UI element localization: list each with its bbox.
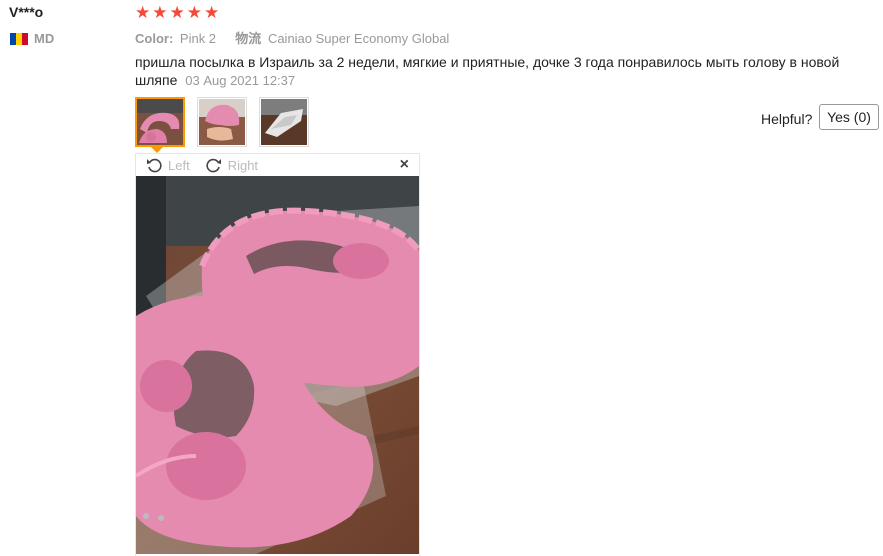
color-label: Color:: [135, 31, 174, 46]
viewer-toolbar: Left Right ×: [136, 154, 419, 176]
country-code: MD: [34, 31, 55, 46]
review-photo-thumbnail[interactable]: [197, 97, 247, 147]
review-photo-large: [136, 176, 419, 554]
star-rating: ★ ★ ★ ★ ★: [135, 3, 219, 23]
star-icon: ★: [204, 3, 220, 22]
review-meta: Color: Pink 2 物流 Cainiao Super Economy G…: [135, 28, 449, 47]
star-icon: ★: [169, 3, 185, 22]
review-photo-thumbnail[interactable]: [135, 97, 185, 147]
review-body: пришла посылка в Израиль за 2 недели, мя…: [135, 53, 845, 90]
rotate-right-label: Right: [227, 157, 259, 173]
country-flag-icon: [10, 32, 28, 45]
user-name: V***o: [9, 4, 44, 20]
rotate-left-label: Left: [168, 157, 190, 173]
review-date: 03 Aug 2021 12:37: [185, 73, 296, 88]
helpful-label: Helpful?: [761, 111, 813, 127]
color-value: Pink 2: [179, 31, 217, 46]
review-thumbnails: [135, 97, 309, 147]
user-country: MD: [10, 31, 54, 46]
rotate-left-button[interactable]: Left: [146, 157, 190, 173]
image-viewer: Left Right ×: [135, 153, 420, 556]
logistics-value: Cainiao Super Economy Global: [267, 31, 450, 46]
rotate-left-icon: [147, 158, 162, 173]
helpful-yes-button[interactable]: Yes (0): [819, 104, 879, 130]
close-icon[interactable]: ×: [400, 156, 409, 174]
star-icon: ★: [152, 3, 168, 22]
star-icon: ★: [186, 3, 202, 22]
star-icon: ★: [135, 3, 151, 22]
rotate-right-button[interactable]: Right: [206, 157, 258, 173]
logistics-label: 物流: [235, 31, 262, 46]
review-photo-thumbnail[interactable]: [259, 97, 309, 147]
rotate-right-icon: [206, 158, 221, 173]
